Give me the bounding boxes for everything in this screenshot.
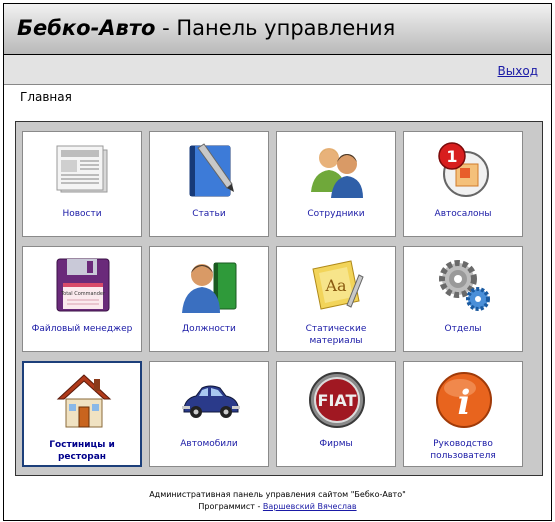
tile-static-materials[interactable]: Aa Статические материалы: [276, 246, 396, 352]
newspaper-icon: [56, 145, 108, 193]
tile-cars[interactable]: Автомобили: [149, 361, 269, 467]
tile-label: Автосалоны: [434, 209, 492, 219]
top-bar: Выход: [4, 55, 551, 85]
svg-text:Total Commander: Total Commander: [60, 291, 106, 297]
brand-name: Бебко-Авто: [17, 16, 156, 40]
tile-label: Руководство пользователя: [430, 439, 496, 461]
floppy-disk-icon: Total Commander: [56, 258, 110, 312]
notification-badge-icon: 1: [438, 142, 489, 197]
tile-label: Статические материалы: [305, 324, 367, 346]
tile-employees[interactable]: Сотрудники: [276, 131, 396, 237]
tile-dealerships[interactable]: 1 Автосалоны: [403, 131, 523, 237]
tile-label: Сотрудники: [307, 209, 365, 219]
tile-label: Автомобили: [180, 439, 238, 449]
tile-departments[interactable]: Отделы: [403, 246, 523, 352]
breadcrumb: Главная: [20, 90, 72, 104]
app-frame: Бебко-Авто - Панель управления Выход Гла…: [3, 3, 552, 521]
svg-text:FIAT: FIAT: [318, 391, 357, 410]
footer-credit: Программист - Варшевский Вячеслав: [4, 501, 551, 513]
tile-label: Файловый менеджер: [31, 324, 133, 334]
tile-label: Должности: [182, 324, 236, 334]
svg-text:i: i: [458, 383, 471, 423]
tile-companies[interactable]: FIAT Фирмы: [276, 361, 396, 467]
person-book-icon: [182, 262, 237, 313]
tile-news[interactable]: Новости: [22, 131, 142, 237]
tiles-panel: Новости Статьи Сотрудники 1 Автосалоны T…: [15, 121, 543, 476]
programmer-label: Программист -: [198, 502, 263, 511]
tile-label: Отделы: [444, 324, 482, 334]
tile-label: Статьи: [192, 209, 226, 219]
tile-hotels-restaurant[interactable]: Гостиницы и ресторан: [22, 361, 142, 467]
people-icon: [311, 148, 363, 198]
tile-label: Гостиницы и ресторан: [49, 440, 115, 462]
footer: Административная панель управления сайто…: [4, 489, 551, 513]
tile-label: Новости: [62, 209, 102, 219]
info-icon: i: [436, 372, 492, 428]
tile-file-manager[interactable]: Total Commander Файловый менеджер: [22, 246, 142, 352]
header: Бебко-Авто - Панель управления: [4, 4, 551, 55]
logout-link[interactable]: Выход: [498, 64, 538, 78]
footer-caption: Административная панель управления сайто…: [149, 490, 406, 499]
book-pen-icon: [189, 143, 234, 197]
tile-positions[interactable]: Должности: [149, 246, 269, 352]
svg-text:Aa: Aa: [324, 276, 347, 295]
tile-user-guide[interactable]: i Руководство пользователя: [403, 361, 523, 467]
gears-icon: [439, 260, 490, 311]
tile-articles[interactable]: Статьи: [149, 131, 269, 237]
svg-text:1: 1: [446, 147, 457, 166]
title-rest: - Панель управления: [155, 16, 396, 40]
car-icon: [182, 385, 240, 418]
tile-label: Фирмы: [319, 439, 353, 449]
fiat-logo-icon: FIAT: [309, 372, 365, 428]
page-title: Бебко-Авто - Панель управления: [17, 16, 395, 40]
font-page-icon: Aa: [312, 260, 364, 310]
house-icon: [56, 374, 112, 428]
programmer-link[interactable]: Варшевский Вячеслав: [263, 502, 357, 511]
